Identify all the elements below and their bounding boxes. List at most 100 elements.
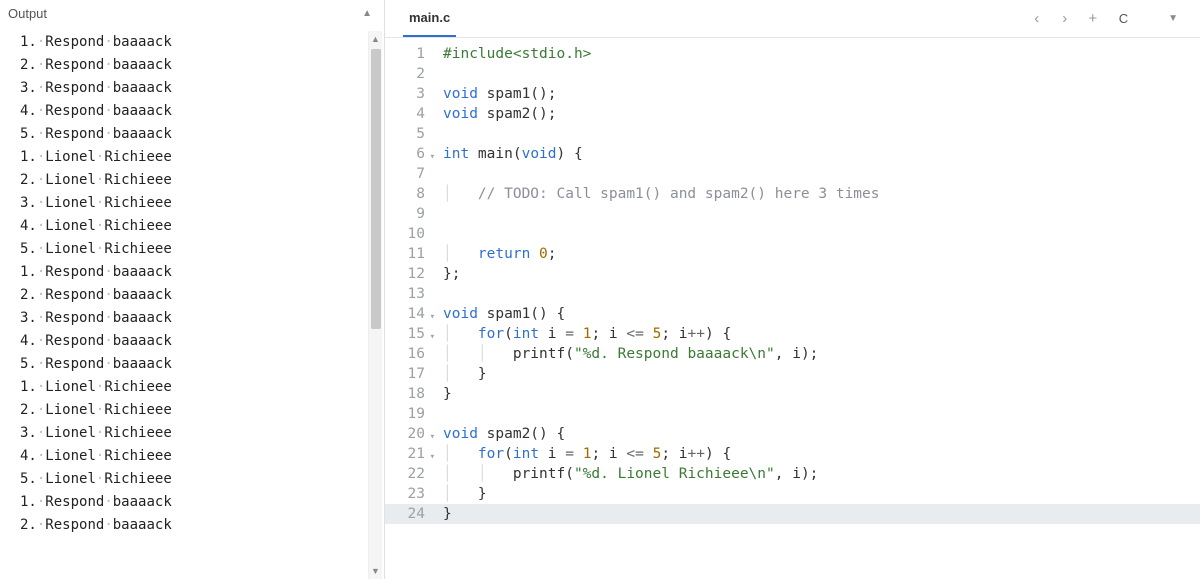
line-number: 5 (385, 124, 433, 144)
output-line: 3.·Lionel·Richieee (20, 422, 384, 445)
code-text[interactable]: │ return 0; (433, 244, 557, 264)
code-text[interactable]: } (433, 504, 452, 524)
code-text[interactable]: }; (433, 264, 460, 284)
code-line[interactable]: 6▾int main(void) { (385, 144, 1200, 164)
output-line: 2.·Respond·baaaack (20, 54, 384, 77)
code-text[interactable]: void spam2() { (433, 424, 565, 444)
chevron-right-icon: › (1062, 10, 1067, 27)
code-text[interactable]: │ for(int i = 1; i <= 5; i++) { (433, 324, 731, 344)
code-line[interactable]: 22│ │ printf("%d. Lionel Richieee\n", i)… (385, 464, 1200, 484)
line-number: 1 (385, 44, 433, 64)
code-line[interactable]: 3void spam1(); (385, 84, 1200, 104)
code-line[interactable]: 8│ // TODO: Call spam1() and spam2() her… (385, 184, 1200, 204)
output-line: 1.·Lionel·Richieee (20, 376, 384, 399)
code-text[interactable] (433, 204, 443, 224)
code-line[interactable]: 16│ │ printf("%d. Respond baaaack\n", i)… (385, 344, 1200, 364)
code-text[interactable]: │ for(int i = 1; i <= 5; i++) { (433, 444, 731, 464)
output-line: 2.·Respond·baaaack (20, 284, 384, 307)
code-line[interactable]: 13 (385, 284, 1200, 304)
code-line[interactable]: 17│ } (385, 364, 1200, 384)
code-text[interactable] (433, 284, 443, 304)
output-body: 1.·Respond·baaaack2.·Respond·baaaack3.·R… (0, 31, 384, 579)
language-label: C (1119, 11, 1128, 26)
scroll-up-icon[interactable]: ▲ (369, 31, 382, 47)
output-line: 1.·Respond·baaaack (20, 261, 384, 284)
code-line[interactable]: 21▾│ for(int i = 1; i <= 5; i++) { (385, 444, 1200, 464)
output-panel: Output ▲ 1.·Respond·baaaack2.·Respond·ba… (0, 0, 385, 579)
output-line: 3.·Lionel·Richieee (20, 192, 384, 215)
code-line[interactable]: 20▾void spam2() { (385, 424, 1200, 444)
code-text[interactable]: void spam1() { (433, 304, 565, 324)
line-number: 8 (385, 184, 433, 204)
line-number: 11 (385, 244, 433, 264)
file-tab[interactable]: main.c (403, 10, 456, 37)
code-line[interactable]: 18} (385, 384, 1200, 404)
output-line: 4.·Respond·baaaack (20, 330, 384, 353)
language-selector[interactable]: C ▼ (1107, 11, 1190, 26)
code-text[interactable] (433, 64, 443, 84)
line-number: 4 (385, 104, 433, 124)
code-line[interactable]: 9 (385, 204, 1200, 224)
code-text[interactable]: int main(void) { (433, 144, 583, 164)
line-number: 14▾ (385, 304, 433, 324)
collapse-icon[interactable]: ▲ (362, 8, 372, 19)
add-tab-button[interactable]: + (1079, 10, 1107, 27)
code-line[interactable]: 19 (385, 404, 1200, 424)
code-text[interactable]: #include<stdio.h> (433, 44, 591, 64)
line-number: 19 (385, 404, 433, 424)
output-line: 2.·Respond·baaaack (20, 514, 384, 537)
nav-next-button[interactable]: › (1051, 10, 1079, 27)
code-line[interactable]: 2 (385, 64, 1200, 84)
code-line[interactable]: 4void spam2(); (385, 104, 1200, 124)
output-line: 4.·Lionel·Richieee (20, 445, 384, 468)
scroll-down-icon[interactable]: ▼ (369, 563, 382, 579)
code-line[interactable]: 14▾void spam1() { (385, 304, 1200, 324)
code-line[interactable]: 23│ } (385, 484, 1200, 504)
code-line[interactable]: 12}; (385, 264, 1200, 284)
output-line: 1.·Respond·baaaack (20, 491, 384, 514)
code-text[interactable]: void spam1(); (433, 84, 557, 104)
output-line: 5.·Lionel·Richieee (20, 238, 384, 261)
output-line: 2.·Lionel·Richieee (20, 169, 384, 192)
file-tab-label: main.c (409, 10, 450, 25)
line-number: 17 (385, 364, 433, 384)
line-number: 18 (385, 384, 433, 404)
code-text[interactable]: void spam2(); (433, 104, 557, 124)
chevron-down-icon: ▼ (1168, 13, 1178, 24)
code-text[interactable]: } (433, 384, 452, 404)
code-line[interactable]: 1#include<stdio.h> (385, 44, 1200, 64)
output-line: 2.·Lionel·Richieee (20, 399, 384, 422)
output-lines: 1.·Respond·baaaack2.·Respond·baaaack3.·R… (6, 31, 384, 537)
code-line[interactable]: 11│ return 0; (385, 244, 1200, 264)
code-text[interactable] (433, 124, 443, 144)
code-text[interactable]: │ // TODO: Call spam1() and spam2() here… (433, 184, 880, 204)
scroll-thumb[interactable] (371, 49, 381, 329)
code-text[interactable] (433, 164, 443, 184)
code-line[interactable]: 5 (385, 124, 1200, 144)
code-line[interactable]: 10 (385, 224, 1200, 244)
code-text[interactable]: │ } (433, 484, 487, 504)
output-line: 4.·Respond·baaaack (20, 100, 384, 123)
line-number: 13 (385, 284, 433, 304)
code-line[interactable]: 15▾│ for(int i = 1; i <= 5; i++) { (385, 324, 1200, 344)
output-scrollbar[interactable]: ▲ ▼ (368, 31, 382, 579)
line-number: 16 (385, 344, 433, 364)
nav-prev-button[interactable]: ‹ (1023, 10, 1051, 27)
output-title: Output (8, 6, 47, 21)
code-text[interactable]: │ } (433, 364, 487, 384)
code-line[interactable]: 7 (385, 164, 1200, 184)
code-editor[interactable]: 1#include<stdio.h>23void spam1();4void s… (385, 38, 1200, 579)
code-text[interactable]: │ │ printf("%d. Lionel Richieee\n", i); (433, 464, 818, 484)
code-text[interactable] (433, 404, 443, 424)
output-header: Output ▲ (0, 0, 384, 31)
output-line: 3.·Respond·baaaack (20, 77, 384, 100)
code-text[interactable] (433, 224, 443, 244)
code-text[interactable]: │ │ printf("%d. Respond baaaack\n", i); (433, 344, 818, 364)
output-line: 5.·Respond·baaaack (20, 353, 384, 376)
code-line[interactable]: 24} (385, 504, 1200, 524)
output-line: 1.·Respond·baaaack (20, 31, 384, 54)
line-number: 9 (385, 204, 433, 224)
output-line: 1.·Lionel·Richieee (20, 146, 384, 169)
plus-icon: + (1088, 10, 1097, 27)
output-line: 5.·Lionel·Richieee (20, 468, 384, 491)
